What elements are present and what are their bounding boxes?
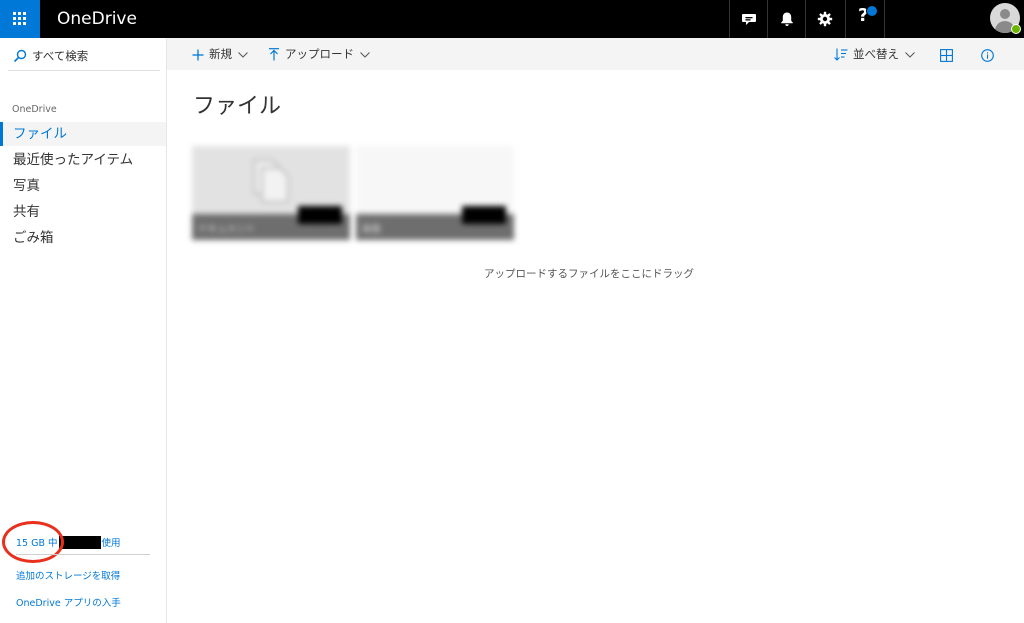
folder-tile-pictures[interactable]: 画像: [356, 146, 514, 240]
nav-item-recent[interactable]: 最近使ったアイテム: [0, 148, 166, 172]
redacted-block: [58, 536, 101, 549]
redacted-block: [298, 206, 342, 224]
sort-icon: [834, 48, 848, 61]
annotation-circle: [2, 521, 64, 563]
get-onedrive-apps-link[interactable]: OneDrive アプリの入手: [16, 595, 121, 609]
grid-view-icon: [940, 49, 953, 62]
tile-label: 画像: [362, 224, 382, 235]
help-button[interactable]: ?: [845, 0, 885, 38]
account-avatar[interactable]: [990, 3, 1021, 34]
nav-item-shared[interactable]: 共有: [0, 200, 166, 224]
nav-section-label: OneDrive: [12, 104, 57, 115]
chevron-down-icon: [238, 51, 248, 58]
nav-item-recycle-bin[interactable]: ごみ箱: [0, 226, 166, 250]
info-pane-button[interactable]: [981, 47, 994, 66]
redacted-block: [462, 206, 506, 224]
presence-status-icon: [1011, 24, 1021, 34]
get-more-storage-link[interactable]: 追加のストレージを取得: [16, 568, 120, 582]
info-icon: [981, 49, 994, 62]
sort-label: 並べ替え: [853, 47, 899, 61]
search-box[interactable]: すべて検索: [8, 44, 160, 71]
tile-caption: 画像: [356, 206, 514, 240]
notifications-button[interactable]: [767, 0, 806, 38]
feedback-button[interactable]: [729, 0, 768, 38]
nav-item-files[interactable]: ファイル: [0, 122, 166, 146]
plus-icon: [192, 49, 204, 60]
drop-zone-message: アップロードするファイルをここにドラッグ: [484, 268, 694, 280]
documents-icon: [253, 159, 289, 203]
tile-caption: ドキュメント: [192, 206, 350, 240]
search-placeholder: すべて検索: [32, 49, 89, 63]
page-title: ファイル: [193, 94, 282, 119]
storage-divider: [16, 554, 150, 555]
new-button[interactable]: 新規: [192, 38, 248, 70]
command-bar: 新規 アップロード 並べ替え: [167, 38, 1024, 70]
chevron-down-icon: [360, 51, 370, 58]
app-launcher-button[interactable]: [0, 0, 40, 38]
bell-icon: [781, 12, 793, 26]
chat-icon: [742, 14, 756, 25]
tile-label: ドキュメント: [198, 224, 256, 235]
help-badge: [866, 5, 878, 17]
upload-label: アップロード: [285, 47, 354, 61]
nav-item-photos[interactable]: 写真: [0, 174, 166, 198]
left-navigation: すべて検索 OneDrive ファイル 最近使ったアイテム 写真 共有 ごみ箱 …: [0, 38, 167, 623]
upload-icon: [269, 48, 279, 61]
chevron-down-icon: [905, 51, 915, 58]
app-launcher-icon: [13, 12, 27, 26]
top-bar: OneDrive ?: [0, 0, 1024, 38]
storage-used-label: 使用: [101, 538, 121, 549]
settings-button[interactable]: [805, 0, 844, 38]
folder-tile-documents[interactable]: ドキュメント: [192, 146, 350, 240]
search-icon: [13, 49, 27, 63]
app-title[interactable]: OneDrive: [57, 0, 137, 38]
new-label: 新規: [209, 47, 232, 61]
sort-button[interactable]: 並べ替え: [834, 38, 915, 70]
view-toggle-button[interactable]: [940, 47, 953, 66]
upload-button[interactable]: アップロード: [268, 38, 370, 70]
gear-icon: [817, 11, 833, 27]
